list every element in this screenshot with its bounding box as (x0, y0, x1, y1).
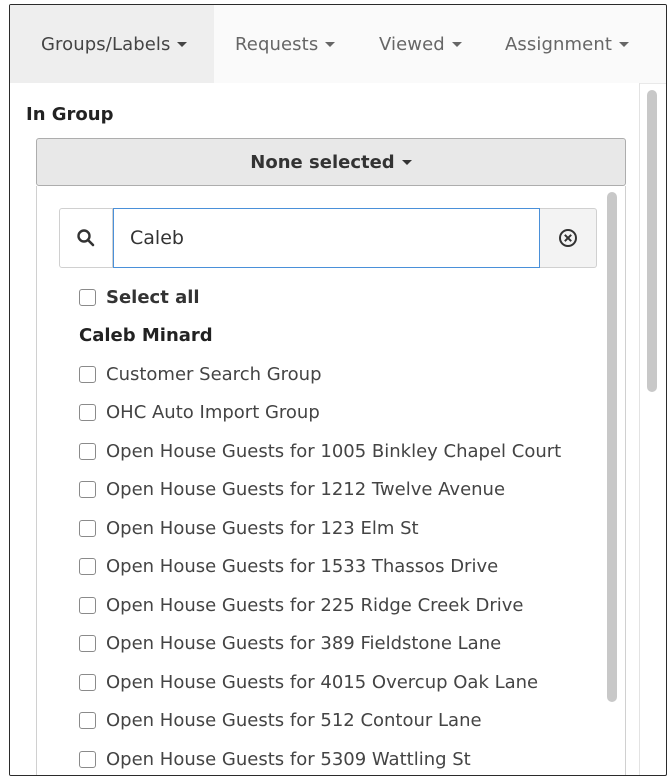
option-label: OHC Auto Import Group (106, 402, 320, 424)
list-item[interactable]: OHC Auto Import Group (79, 394, 599, 433)
list-item[interactable]: Open House Guests for 1533 Thassos Drive (79, 548, 599, 587)
option-label: Open House Guests for 123 Elm St (106, 517, 419, 539)
list-item[interactable]: Customer Search Group (79, 355, 599, 394)
group-select-button[interactable]: None selected (36, 138, 626, 186)
checkbox[interactable] (79, 750, 96, 768)
search-icon (59, 208, 113, 268)
caret-down-icon (618, 41, 629, 47)
select-all-option[interactable]: Select all (79, 278, 599, 317)
list-item[interactable]: Open House Guests for 1212 Twelve Avenue (79, 471, 599, 510)
filter-window: Groups/Labels Requests Viewed Assignment… (9, 4, 667, 776)
list-item[interactable]: Open House Guests for 4015 Overcup Oak L… (79, 663, 599, 702)
list-item[interactable]: Open House Guests for 225 Ridge Creek Dr… (79, 586, 599, 625)
select-label: None selected (250, 151, 395, 173)
checkbox[interactable] (79, 288, 96, 306)
group-header: Caleb Minard (79, 325, 213, 347)
nav-label: Groups/Labels (41, 33, 171, 55)
search-group (59, 208, 597, 268)
caret-down-icon (325, 41, 336, 47)
option-label: Open House Guests for 4015 Overcup Oak L… (106, 671, 539, 693)
option-label: Customer Search Group (106, 363, 322, 385)
option-label: Open House Guests for 5309 Wattling St (106, 748, 471, 770)
checkbox[interactable] (79, 442, 96, 460)
list-item[interactable]: Open House Guests for 512 Contour Lane (79, 702, 599, 741)
nav-requests[interactable]: Requests (235, 5, 336, 83)
clear-search-button[interactable] (540, 208, 597, 268)
list-item[interactable]: Open House Guests for 123 Elm St (79, 509, 599, 548)
list-item[interactable]: Open House Guests for 5309 Wattling St (79, 740, 599, 775)
list-item[interactable]: Open House Guests for 1005 Binkley Chape… (79, 432, 599, 471)
option-label: Open House Guests for 512 Contour Lane (106, 710, 482, 732)
dropdown-panel: In Group None selected Caleb Select all … (10, 83, 640, 775)
option-label: Open House Guests for 1212 Twelve Avenue (106, 479, 506, 501)
caret-down-icon (401, 159, 412, 165)
caret-down-icon (177, 41, 188, 47)
checkbox[interactable] (79, 596, 96, 614)
option-label: Open House Guests for 1533 Thassos Drive (106, 556, 499, 578)
checkbox[interactable] (79, 519, 96, 537)
filter-nav: Groups/Labels Requests Viewed Assignment (10, 5, 666, 84)
checkbox[interactable] (79, 404, 96, 422)
option-label: Open House Guests for 225 Ridge Creek Dr… (106, 594, 524, 616)
nav-label: Assignment (505, 33, 612, 55)
checkbox[interactable] (79, 712, 96, 730)
nav-label: Viewed (379, 33, 445, 55)
panel-heading: In Group (26, 104, 114, 125)
options-scrollbar[interactable] (607, 192, 617, 702)
list-item[interactable]: Open House Guests for 389 Fieldstone Lan… (79, 625, 599, 664)
checkbox[interactable] (79, 558, 96, 576)
options-list: Select all Caleb Minard Customer Search … (79, 278, 599, 775)
checkbox[interactable] (79, 673, 96, 691)
checkbox[interactable] (79, 365, 96, 383)
checkbox[interactable] (79, 481, 96, 499)
nav-viewed[interactable]: Viewed (379, 5, 462, 83)
option-label: Select all (106, 286, 200, 308)
option-label: Open House Guests for 389 Fieldstone Lan… (106, 633, 502, 655)
option-label: Open House Guests for 1005 Binkley Chape… (106, 440, 562, 462)
search-input[interactable] (113, 208, 540, 268)
caret-down-icon (451, 41, 462, 47)
outer-scrollbar[interactable] (647, 90, 657, 392)
checkbox[interactable] (79, 635, 96, 653)
group-options-menu: Select all Caleb Minard Customer Search … (36, 186, 626, 775)
nav-label: Requests (235, 33, 319, 55)
clear-circle-icon (559, 229, 577, 247)
nav-assignment[interactable]: Assignment (505, 5, 629, 83)
nav-groups-labels[interactable]: Groups/Labels (10, 5, 214, 83)
